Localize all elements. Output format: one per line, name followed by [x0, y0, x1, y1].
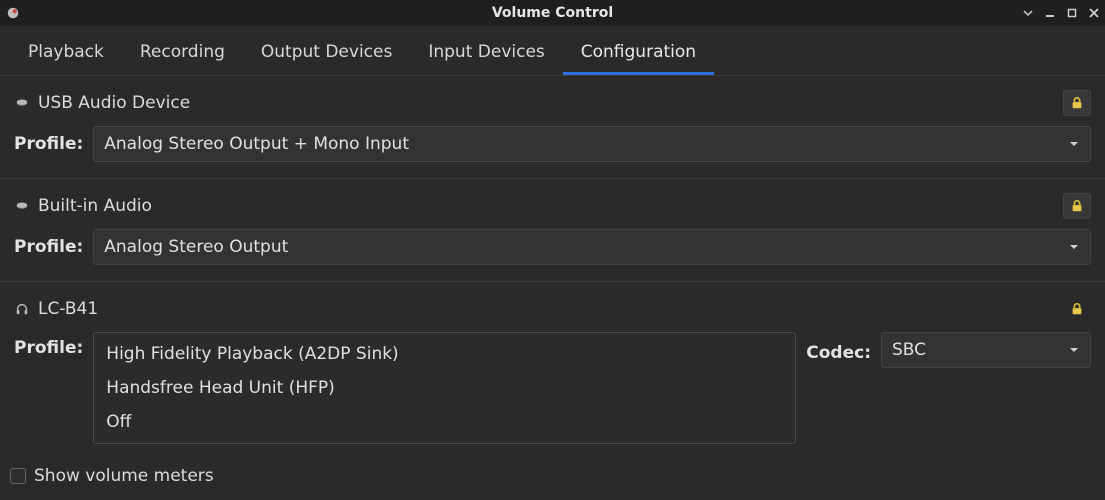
device-name: Built-in Audio — [38, 196, 1063, 216]
lock-button[interactable] — [1063, 90, 1091, 116]
profile-combo[interactable]: Analog Stereo Output + Mono Input — [93, 126, 1091, 162]
sound-card-icon — [14, 95, 30, 111]
profile-option[interactable]: Off — [94, 405, 795, 439]
device-header: USB Audio Device — [14, 84, 1091, 124]
device-block: USB Audio Device Profile: Analog Stereo … — [0, 76, 1105, 179]
lock-button[interactable] — [1063, 296, 1091, 322]
tab-input-devices[interactable]: Input Devices — [410, 34, 562, 75]
tab-recording[interactable]: Recording — [122, 34, 243, 75]
profile-value: Analog Stereo Output + Mono Input — [104, 134, 1068, 154]
profile-dropdown-open[interactable]: High Fidelity Playback (A2DP Sink) Hands… — [93, 332, 796, 444]
profile-label: Profile: — [14, 134, 83, 154]
sound-card-icon — [14, 198, 30, 214]
device-header: Built-in Audio — [14, 187, 1091, 227]
profile-label: Profile: — [14, 332, 83, 358]
app-icon — [6, 6, 20, 20]
profile-combo[interactable]: Analog Stereo Output — [93, 229, 1091, 265]
device-name: LC-B41 — [38, 299, 1063, 319]
profile-row: Profile: Analog Stereo Output + Mono Inp… — [14, 124, 1091, 168]
profile-label: Profile: — [14, 237, 83, 257]
profile-option[interactable]: High Fidelity Playback (A2DP Sink) — [94, 337, 795, 371]
window-controls — [1023, 8, 1099, 18]
titlebar: Volume Control — [0, 0, 1105, 26]
close-icon[interactable] — [1089, 8, 1099, 18]
profile-option[interactable]: Handsfree Head Unit (HFP) — [94, 371, 795, 405]
chevron-down-icon — [1068, 241, 1080, 253]
maximize-icon[interactable] — [1067, 8, 1077, 18]
tab-playback[interactable]: Playback — [10, 34, 122, 75]
lock-icon — [1070, 199, 1084, 213]
device-header: LC-B41 — [14, 290, 1091, 330]
show-meters-label: Show volume meters — [34, 466, 214, 486]
profile-value: Analog Stereo Output — [104, 237, 1068, 257]
profile-row: Profile: High Fidelity Playback (A2DP Si… — [14, 330, 1091, 450]
window-title: Volume Control — [492, 5, 613, 21]
codec-value: SBC — [892, 340, 1068, 360]
device-block: LC-B41 Profile: High Fidelity Playback (… — [0, 282, 1105, 460]
codec-label: Codec: — [806, 337, 871, 363]
lock-icon — [1070, 96, 1084, 110]
device-block: Built-in Audio Profile: Analog Stereo Ou… — [0, 179, 1105, 282]
minimize-icon[interactable] — [1045, 8, 1055, 18]
device-name: USB Audio Device — [38, 93, 1063, 113]
content-area: USB Audio Device Profile: Analog Stereo … — [0, 76, 1105, 460]
codec-combo[interactable]: SBC — [881, 332, 1091, 368]
codec-group: Codec: SBC — [806, 332, 1091, 368]
show-meters-checkbox[interactable] — [10, 468, 26, 484]
lock-button[interactable] — [1063, 193, 1091, 219]
tab-configuration[interactable]: Configuration — [563, 34, 714, 75]
footer-row: Show volume meters — [0, 460, 1105, 492]
chevron-down-icon — [1068, 138, 1080, 150]
headphones-icon — [14, 301, 30, 317]
profile-row: Profile: Analog Stereo Output — [14, 227, 1091, 271]
tab-output-devices[interactable]: Output Devices — [243, 34, 410, 75]
chevron-down-icon — [1068, 344, 1080, 356]
lock-icon — [1070, 302, 1084, 316]
window-menu-icon[interactable] — [1023, 8, 1033, 18]
tab-bar: Playback Recording Output Devices Input … — [0, 26, 1105, 76]
